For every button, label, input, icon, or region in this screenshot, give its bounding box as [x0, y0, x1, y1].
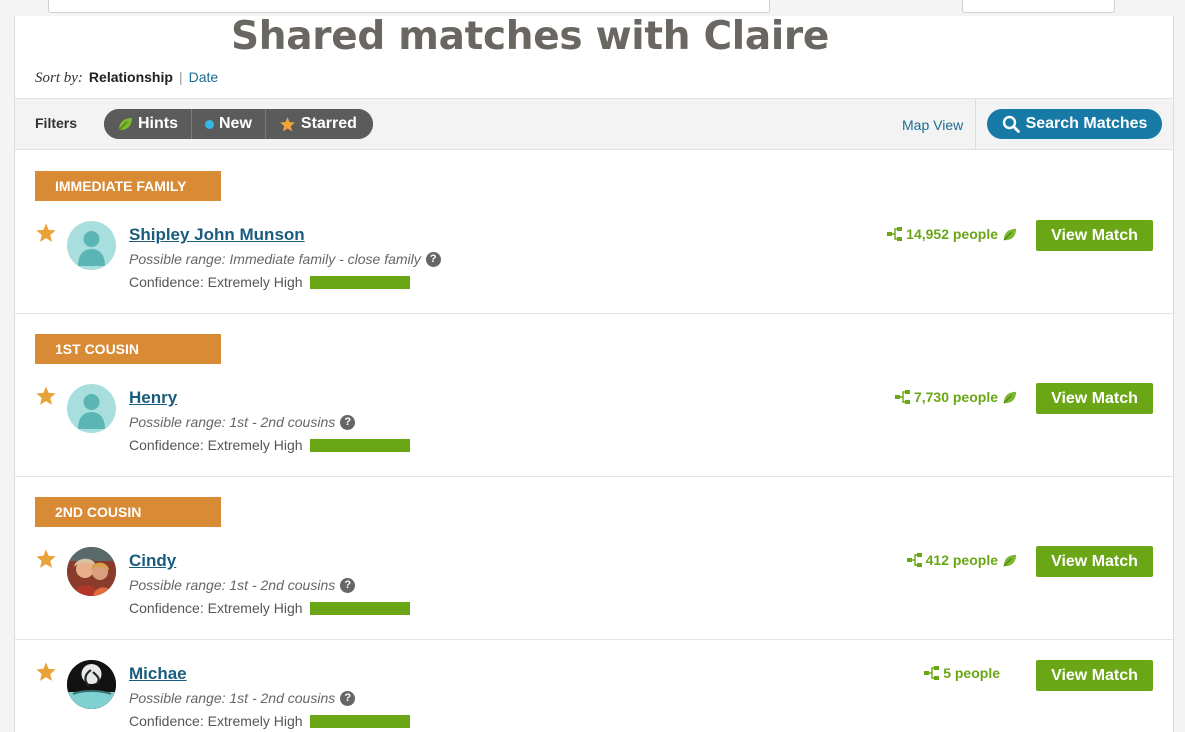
sort-separator: | — [178, 69, 183, 85]
people-count: 5 people — [943, 665, 1000, 681]
relationship-label: IMMEDIATE FAMILY — [35, 171, 221, 201]
filter-pill-group: Hints New Starred — [104, 109, 373, 139]
filter-starred-button[interactable]: Starred — [265, 109, 373, 139]
filter-hints-label: Hints — [138, 115, 178, 132]
sort-control: Sort by: Relationship | Date — [35, 68, 218, 87]
match-name-link[interactable]: Henry — [129, 388, 177, 408]
filters-label: Filters — [35, 115, 78, 131]
match-group: 2ND COUSIN Cindy Possible range: 1st - 2… — [15, 477, 1173, 640]
confidence: Confidence: Extremely High — [129, 436, 410, 454]
help-icon[interactable]: ? — [425, 251, 441, 267]
confidence-bar — [309, 714, 410, 728]
relationship-label: 2ND COUSIN — [35, 497, 221, 527]
confidence: Confidence: Extremely High — [129, 599, 410, 617]
tree-people-count[interactable]: 7,730 people — [894, 388, 1017, 406]
photo-avatar[interactable] — [67, 660, 116, 709]
silhouette-avatar[interactable] — [67, 384, 116, 433]
confidence-text: Confidence: Extremely High — [129, 713, 303, 729]
view-match-button[interactable]: View Match — [1036, 660, 1153, 691]
possible-range: Possible range: 1st - 2nd cousins? — [129, 576, 356, 594]
view-match-button[interactable]: View Match — [1036, 220, 1153, 251]
filter-bar: Filters Hints New Starred Map View Searc… — [15, 98, 1173, 150]
page-title: Shared matches with Claire — [231, 16, 830, 59]
match-group: Michae Possible range: 1st - 2nd cousins… — [15, 640, 1173, 732]
possible-range: Possible range: 1st - 2nd cousins? — [129, 413, 356, 431]
sort-date-link[interactable]: Date — [189, 69, 219, 85]
filter-starred-label: Starred — [300, 115, 357, 132]
match-name-link[interactable]: Michae — [129, 664, 187, 684]
tree-people-count[interactable]: 14,952 people — [887, 225, 1017, 243]
confidence: Confidence: Extremely High — [129, 273, 410, 291]
possible-range-text: Possible range: 1st - 2nd cousins — [129, 414, 336, 430]
browser-top-strip — [0, 0, 1185, 16]
people-count: 412 people — [925, 552, 998, 568]
hint-leaf-icon — [1002, 553, 1017, 568]
tree-icon — [906, 553, 923, 567]
search-matches-label: Search Matches — [1025, 115, 1148, 132]
star-icon[interactable] — [35, 385, 57, 407]
sort-relationship[interactable]: Relationship — [89, 69, 173, 85]
confidence-bar — [309, 438, 410, 452]
sort-label: Sort by: — [35, 70, 83, 86]
tree-people-count[interactable]: 412 people — [906, 551, 1017, 569]
hint-leaf-icon — [1002, 390, 1017, 405]
match-group: 1ST COUSIN Henry Possible range: 1st - 2… — [15, 314, 1173, 477]
help-icon[interactable]: ? — [340, 414, 356, 430]
star-icon — [279, 116, 296, 133]
filter-hints-button[interactable]: Hints — [104, 109, 192, 139]
new-dot-icon — [205, 119, 214, 129]
star-icon[interactable] — [35, 222, 57, 244]
shared-matches-panel: Shared matches with Claire Sort by: Relat… — [14, 16, 1174, 732]
possible-range: Possible range: 1st - 2nd cousins? — [129, 689, 356, 707]
view-match-button[interactable]: View Match — [1036, 546, 1153, 577]
filter-divider — [975, 99, 976, 150]
confidence-text: Confidence: Extremely High — [129, 437, 303, 453]
help-icon[interactable]: ? — [340, 577, 356, 593]
match-group: IMMEDIATE FAMILY Shipley John Munson Pos… — [15, 151, 1173, 314]
people-count: 14,952 people — [906, 226, 998, 242]
tree-icon — [887, 227, 903, 241]
hint-leaf-icon — [1002, 227, 1017, 242]
confidence-text: Confidence: Extremely High — [129, 600, 303, 616]
view-match-button[interactable]: View Match — [1036, 383, 1153, 414]
silhouette-avatar[interactable] — [67, 221, 116, 270]
help-icon[interactable]: ? — [340, 690, 356, 706]
tree-people-count[interactable]: 5 people — [924, 664, 1000, 682]
people-count: 7,730 people — [913, 389, 998, 405]
confidence-bar — [309, 275, 410, 289]
tree-icon — [924, 666, 940, 680]
confidence-text: Confidence: Extremely High — [129, 274, 303, 290]
star-icon[interactable] — [35, 548, 57, 570]
filter-new-button[interactable]: New — [192, 109, 266, 139]
possible-range-text: Possible range: 1st - 2nd cousins — [129, 690, 336, 706]
confidence: Confidence: Extremely High — [129, 712, 410, 730]
star-icon[interactable] — [35, 661, 57, 683]
top-nav-search — [962, 0, 1115, 13]
map-view-link[interactable]: Map View — [902, 117, 963, 133]
leaf-icon — [117, 116, 133, 132]
possible-range-text: Possible range: Immediate family - close… — [129, 251, 421, 267]
top-nav-bar — [48, 0, 770, 13]
possible-range: Possible range: Immediate family - close… — [129, 250, 441, 268]
confidence-bar — [309, 601, 410, 615]
match-name-link[interactable]: Cindy — [129, 551, 176, 571]
filter-new-label: New — [219, 115, 252, 132]
search-icon — [1002, 115, 1020, 133]
relationship-label: 1ST COUSIN — [35, 334, 221, 364]
possible-range-text: Possible range: 1st - 2nd cousins — [129, 577, 336, 593]
tree-icon — [894, 390, 911, 404]
search-matches-button[interactable]: Search Matches — [987, 109, 1162, 139]
match-name-link[interactable]: Shipley John Munson — [129, 225, 305, 245]
photo-avatar[interactable] — [67, 547, 116, 596]
